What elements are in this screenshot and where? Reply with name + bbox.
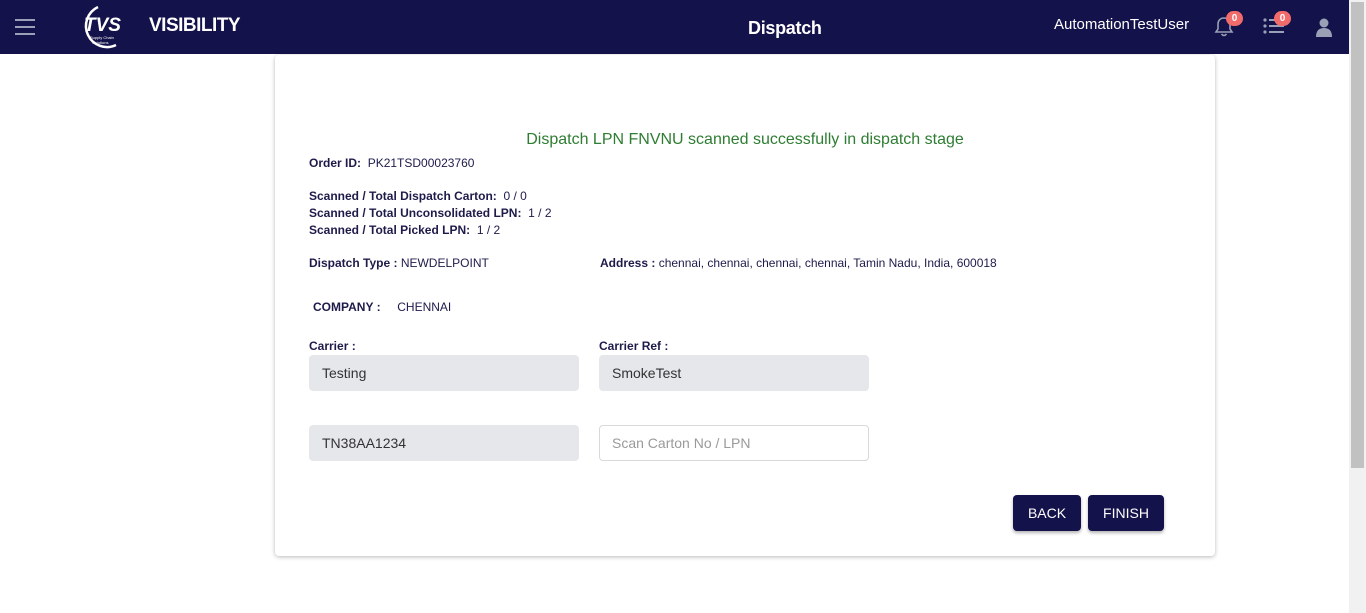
picked-lpn-row: Scanned / Total Picked LPN: 1 / 2 xyxy=(309,223,500,237)
address-label: Address : xyxy=(600,256,656,270)
tasks-button[interactable]: 0 xyxy=(1263,11,1291,37)
picked-lpn-label: Scanned / Total Picked LPN: xyxy=(309,223,471,237)
username[interactable]: AutomationTestUser xyxy=(1054,16,1189,33)
menu-icon[interactable] xyxy=(15,19,35,35)
dispatch-carton-value: 0 / 0 xyxy=(503,189,527,203)
dispatch-type-row: Dispatch Type : NEWDELPOINT xyxy=(309,256,489,270)
dispatch-card: Dispatch LPN FNVNU scanned successfully … xyxy=(275,55,1215,556)
carrier-ref-field[interactable] xyxy=(599,355,869,391)
address-row: Address : chennai, chennai, chennai, che… xyxy=(600,256,997,270)
carrier-field[interactable] xyxy=(309,355,579,391)
user-profile-button[interactable] xyxy=(1315,17,1333,37)
company-row: COMPANY : CHENNAI xyxy=(313,300,451,314)
unconsolidated-lpn-row: Scanned / Total Unconsolidated LPN: 1 / … xyxy=(309,206,552,220)
tasks-badge: 0 xyxy=(1274,11,1291,26)
page-title: Dispatch xyxy=(748,18,822,38)
back-button[interactable]: BACK xyxy=(1013,495,1081,531)
scrollbar-thumb[interactable] xyxy=(1351,2,1364,468)
user-icon xyxy=(1316,18,1332,37)
dispatch-type-label: Dispatch Type : xyxy=(309,256,398,270)
finish-button[interactable]: FINISH xyxy=(1088,495,1164,531)
brand-name: VISIBILITY xyxy=(149,15,241,36)
company-value: CHENNAI xyxy=(397,300,452,314)
picked-lpn-value: 1 / 2 xyxy=(476,223,501,237)
success-message: Dispatch LPN FNVNU scanned successfully … xyxy=(526,131,964,148)
unconsolidated-lpn-value: 1 / 2 xyxy=(528,206,552,220)
svg-text:Solutions: Solutions xyxy=(92,40,108,45)
vehicle-number-field[interactable] xyxy=(309,425,579,461)
unconsolidated-lpn-label: Scanned / Total Unconsolidated LPN: xyxy=(309,206,522,220)
logo-text: TVS xyxy=(84,15,121,36)
dispatch-type-value: NEWDELPOINT xyxy=(400,256,489,270)
address-value: chennai, chennai, chennai, chennai, Tami… xyxy=(658,256,997,270)
tvs-logo[interactable]: TVS Supply Chain Solutions xyxy=(72,3,128,51)
order-id-label: Order ID: xyxy=(309,156,362,170)
order-id-row: Order ID: PK21TSD00023760 xyxy=(309,156,474,170)
dispatch-carton-label: Scanned / Total Dispatch Carton: xyxy=(309,189,497,203)
dispatch-carton-row: Scanned / Total Dispatch Carton: 0 / 0 xyxy=(309,189,527,203)
scan-carton-input[interactable] xyxy=(599,425,869,461)
top-navigation-bar: TVS Supply Chain Solutions VISIBILITY Di… xyxy=(0,0,1349,54)
notifications-badge: 0 xyxy=(1226,11,1243,26)
carrier-label: Carrier : xyxy=(309,339,356,353)
order-id-value: PK21TSD00023760 xyxy=(367,156,475,170)
notifications-button[interactable]: 0 xyxy=(1214,11,1243,38)
carrier-ref-label: Carrier Ref : xyxy=(599,339,669,353)
company-label: COMPANY : xyxy=(313,300,381,314)
